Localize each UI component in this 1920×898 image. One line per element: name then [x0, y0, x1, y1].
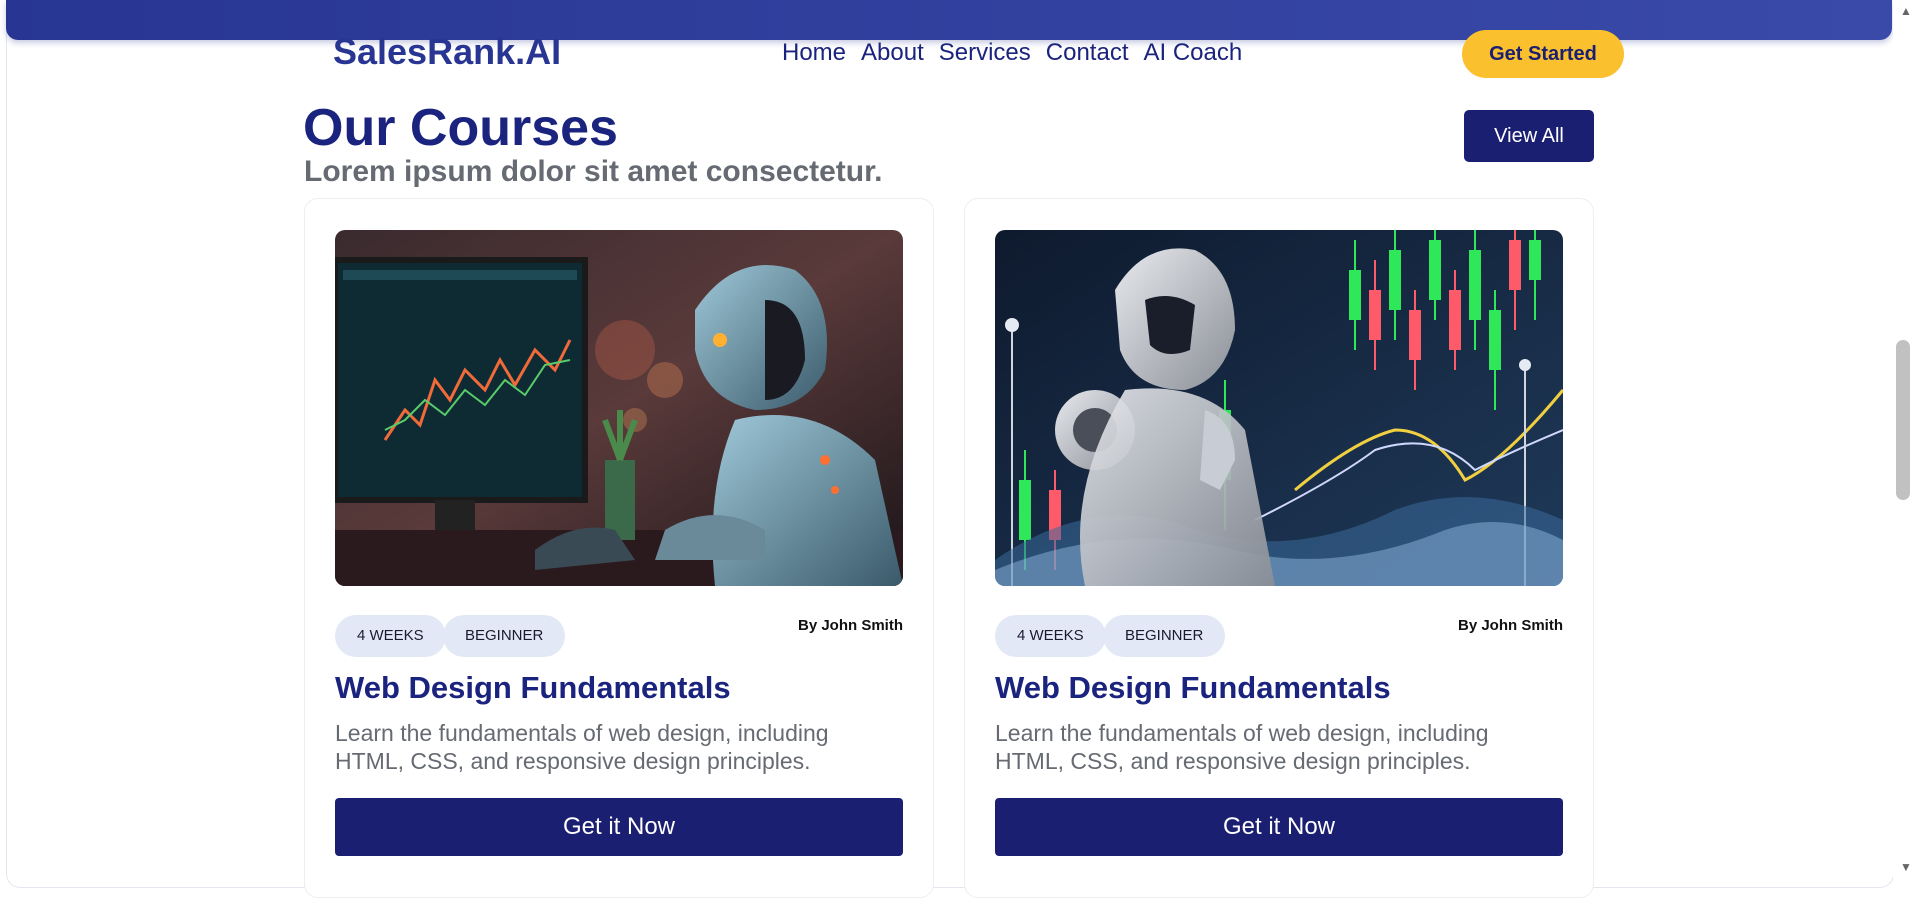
nav-about[interactable]: About — [861, 36, 924, 70]
brand-logo[interactable]: SalesRank.AI — [333, 32, 561, 72]
robot-candlestick-chart-image — [995, 230, 1563, 586]
course-description: Learn the fundamentals of web design, in… — [335, 720, 829, 774]
get-it-now-button[interactable]: Get it Now — [335, 798, 903, 856]
nav-home[interactable]: Home — [782, 36, 846, 70]
course-author: By John Smith — [797, 617, 903, 634]
duration-tag: 4 WEEKS — [995, 615, 1106, 657]
course-card: 4 WEEKS BEGINNER By John Smith Web Desig… — [304, 198, 934, 898]
course-author: By John Smith — [1457, 617, 1563, 634]
get-started-button[interactable]: Get Started — [1462, 30, 1624, 78]
main-nav: Home About Services Contact AI Coach — [782, 36, 1242, 70]
course-title[interactable]: Web Design Fundamentals — [995, 669, 1391, 707]
level-tag: BEGINNER — [1103, 615, 1226, 657]
course-description: Learn the fundamentals of web design, in… — [995, 720, 1489, 774]
section-subtitle: Lorem ipsum dolor sit amet consectetur. — [304, 155, 883, 188]
robot-trading-screen-image — [335, 230, 903, 586]
section-title: Our Courses — [303, 99, 618, 157]
duration-tag: 4 WEEKS — [335, 615, 446, 657]
scroll-down-arrow-icon[interactable]: ▼ — [1895, 860, 1917, 874]
nav-contact[interactable]: Contact — [1046, 36, 1129, 70]
scroll-up-arrow-icon[interactable]: ▲ — [1895, 4, 1917, 18]
page-frame — [6, 0, 1894, 888]
scrollbar-thumb[interactable] — [1896, 340, 1910, 500]
course-card: 4 WEEKS BEGINNER By John Smith Web Desig… — [964, 198, 1594, 898]
course-title[interactable]: Web Design Fundamentals — [335, 669, 731, 707]
level-tag: BEGINNER — [443, 615, 566, 657]
nav-services[interactable]: Services — [939, 36, 1031, 70]
get-it-now-button[interactable]: Get it Now — [995, 798, 1563, 856]
view-all-button[interactable]: View All — [1464, 110, 1594, 162]
nav-ai-coach[interactable]: AI Coach — [1144, 36, 1243, 70]
